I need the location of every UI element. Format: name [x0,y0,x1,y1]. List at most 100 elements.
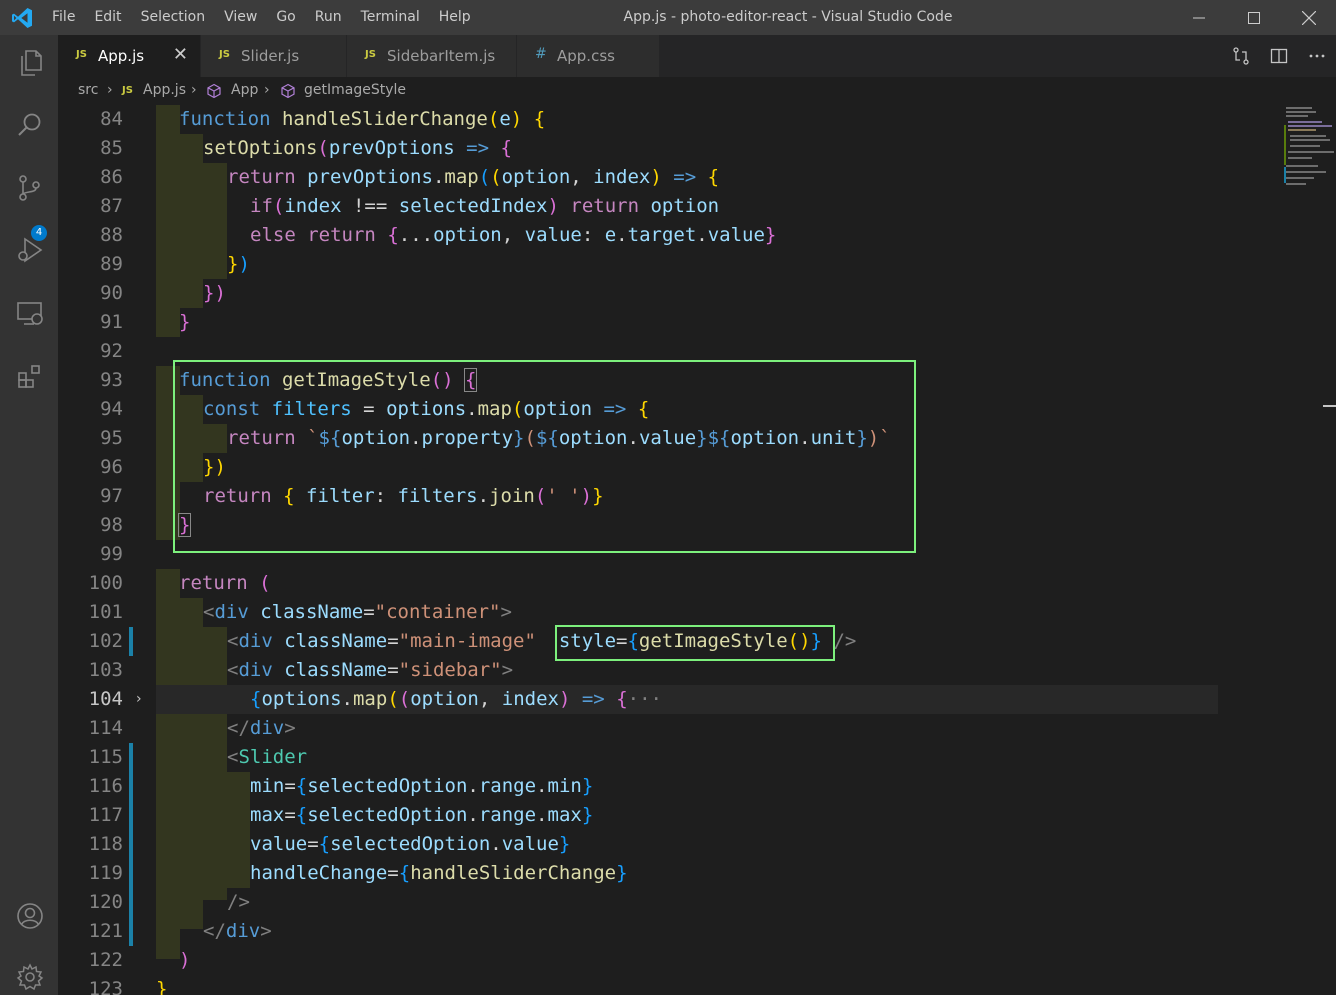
code-line: 87 if(index !== selectedIndex) return op… [58,192,1218,221]
code-line: 118 value={selectedOption.value} [58,830,1218,859]
code-line: 101 <div className="container"> [58,598,1218,627]
javascript-file-icon: JS [76,49,87,60]
split-editor-button[interactable] [1260,35,1298,77]
line-number: 96 [100,456,123,478]
code-line: 88 else return {...option, value: e.targ… [58,221,1218,250]
code-line: 123 } [58,975,1218,995]
javascript-file-icon: JS [122,85,133,96]
line-number: 91 [100,311,123,333]
minimize-button[interactable] [1171,0,1226,35]
tab-app-js[interactable]: JS App.js ✕ [58,35,201,77]
search-icon[interactable] [14,109,46,141]
symbol-class-icon [207,83,221,99]
breadcrumb-file[interactable]: App.js [143,82,186,98]
tab-app-css[interactable]: # App.css [517,35,660,77]
minimap[interactable] [1280,105,1336,995]
menu-file[interactable]: File [52,0,75,35]
code-text: }) [227,253,250,275]
line-number: 114 [88,717,123,739]
line-number: 102 [88,630,123,652]
getimagestyle-highlight-box [173,360,916,553]
maximize-button[interactable] [1226,0,1281,35]
code-line: 119 handleChange={handleSliderChange} [58,859,1218,888]
line-number: 117 [88,804,123,826]
tab-sidebaritem-js[interactable]: JS SidebarItem.js [347,35,517,77]
code-line: 116 min={selectedOption.range.min} [58,772,1218,801]
scrollbar-position-marker[interactable] [1323,405,1336,407]
css-file-icon: # [535,46,547,62]
line-number: 120 [88,891,123,913]
menu-terminal[interactable]: Terminal [361,0,420,35]
menu-edit[interactable]: Edit [94,0,121,35]
line-number: 98 [100,514,123,536]
source-control-icon[interactable] [14,172,46,204]
run-debug-icon[interactable] [14,234,46,266]
code-text: return prevOptions.map((option, index) =… [227,166,720,188]
explorer-icon[interactable] [14,47,46,79]
menu-view[interactable]: View [224,0,257,35]
line-number: 88 [100,224,123,246]
code-text: {options.map((option, index) => {··· [250,688,662,710]
more-actions-button[interactable] [1298,35,1336,77]
code-text: value={selectedOption.value} [250,833,571,855]
menu-go[interactable]: Go [276,0,295,35]
line-number: 104 [88,688,123,710]
line-number: 95 [100,427,123,449]
open-changes-button[interactable] [1222,35,1260,77]
chevron-right-icon: › [107,82,113,98]
code-line: 90 }) [58,279,1218,308]
code-line: 86 return prevOptions.map((option, index… [58,163,1218,192]
tab-slider-js[interactable]: JS Slider.js [201,35,347,77]
line-number: 97 [100,485,123,507]
close-tab-icon[interactable]: ✕ [173,44,188,65]
line-number: 94 [100,398,123,420]
close-window-button[interactable] [1281,0,1336,35]
code-line: 114 </div> [58,714,1218,743]
code-text: setOptions(prevOptions => { [203,137,512,159]
title-bar: File Edit Selection View Go Run Terminal… [0,0,1336,35]
remote-explorer-icon[interactable] [14,297,46,329]
editor-tab-bar: JS App.js ✕ JS Slider.js JS SidebarItem.… [58,35,1336,77]
code-text: else return {...option, value: e.target.… [250,224,777,246]
code-text: } [156,978,168,995]
line-number: 121 [88,920,123,942]
vscode-logo-icon[interactable] [10,6,34,30]
code-editor[interactable]: 84 function handleSliderChange(e) { 85 s… [58,105,1336,995]
menu-selection[interactable]: Selection [141,0,206,35]
breadcrumb: src › JS App.js › App › getImageStyle [58,77,1336,105]
accounts-icon[interactable] [14,900,46,932]
line-number: 85 [100,137,123,159]
code-text: min={selectedOption.range.min} [250,775,594,797]
line-number: 92 [100,340,123,362]
code-text: function handleSliderChange(e) { [179,108,546,130]
style-attribute-highlight-box [555,625,835,661]
menu-help[interactable]: Help [439,0,471,35]
menu-bar: File Edit Selection View Go Run Terminal… [52,0,490,35]
activity-bar: 4 [0,35,58,995]
symbol-method-icon [281,83,295,99]
line-number: 119 [88,862,123,884]
code-text: handleChange={handleSliderChange} [250,862,628,884]
compare-changes-icon [1233,47,1249,65]
breadcrumb-symbol-app[interactable]: App [231,82,258,98]
tab-label: App.js [98,47,145,65]
code-line: 122 ) [58,946,1218,975]
close-icon [1301,10,1316,25]
code-line: 84 function handleSliderChange(e) { [58,105,1218,134]
code-line: 91 } [58,308,1218,337]
line-number: 86 [100,166,123,188]
minimize-icon [1192,17,1205,18]
breadcrumb-symbol-getimagestyle[interactable]: getImageStyle [304,82,406,98]
line-number: 122 [88,949,123,971]
code-text: }) [203,282,226,304]
menu-run[interactable]: Run [315,0,342,35]
javascript-file-icon: JS [219,49,230,60]
window-controls [1171,0,1336,35]
chevron-right-icon[interactable]: › [136,691,142,707]
line-number: 90 [100,282,123,304]
breadcrumb-folder[interactable]: src [78,82,98,98]
settings-gear-icon[interactable] [14,961,46,993]
code-text: <Slider [227,746,308,768]
line-number: 116 [88,775,123,797]
extensions-icon[interactable] [14,360,46,392]
